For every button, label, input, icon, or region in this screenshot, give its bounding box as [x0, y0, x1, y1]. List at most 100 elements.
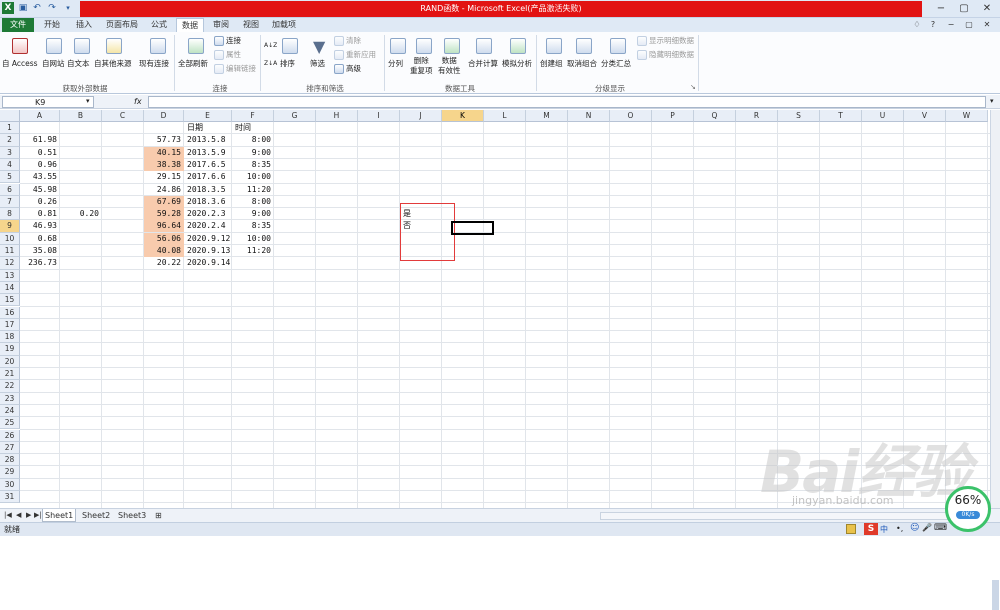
row-header-7[interactable]: 7 [0, 195, 20, 209]
ribbon-minimize-icon[interactable]: ♢ [910, 18, 924, 32]
ime-punctuation-icon[interactable]: •, [896, 524, 903, 533]
row-header-2[interactable]: 2 [0, 134, 20, 147]
tab-home[interactable]: 开始 [38, 18, 66, 32]
cell-A7[interactable]: 0.26 [20, 196, 60, 208]
column-header-K[interactable]: K [442, 110, 484, 122]
cell-E4[interactable]: 2017.6.5 [184, 159, 232, 171]
filter-button[interactable]: 筛选 [310, 58, 325, 69]
row-header-3[interactable]: 3 [0, 146, 20, 159]
row-header-6[interactable]: 6 [0, 183, 20, 196]
cell-A4[interactable]: 0.96 [20, 159, 60, 171]
column-header-P[interactable]: P [652, 110, 694, 122]
tab-view[interactable]: 视图 [238, 18, 264, 32]
cell-D6[interactable]: 24.86 [144, 184, 184, 196]
column-header-H[interactable]: H [316, 110, 358, 122]
cell-D3[interactable]: 40.15 [144, 146, 184, 159]
sheet-tab-sheet2[interactable]: Sheet2 [80, 509, 112, 522]
row-header-16[interactable]: 16 [0, 306, 20, 319]
data-validation-button[interactable]: 数据 有效性 [438, 56, 461, 76]
cell-F1[interactable]: 时间 [232, 122, 274, 134]
tab-addins[interactable]: 加载项 [268, 18, 300, 32]
cell-F3[interactable]: 9:00 [232, 147, 274, 159]
redo-icon[interactable]: ↷ [46, 2, 58, 14]
cell-D8[interactable]: 59.28 [144, 208, 184, 221]
save-icon[interactable]: ▣ [17, 2, 29, 14]
group-button[interactable]: 创建组 [540, 58, 563, 69]
insert-sheet-icon[interactable]: ⊞ [153, 509, 164, 522]
cell-A3[interactable]: 0.51 [20, 147, 60, 159]
cell-A11[interactable]: 35.08 [20, 245, 60, 257]
column-header-S[interactable]: S [778, 110, 820, 122]
name-box[interactable]: K9 [2, 96, 94, 108]
cell-E2[interactable]: 2013.5.8 [184, 134, 232, 146]
row-header-22[interactable]: 22 [0, 380, 20, 393]
cell-B8[interactable]: 0.20 [60, 208, 102, 220]
insert-function-icon[interactable]: fx [134, 96, 146, 108]
column-header-E[interactable]: E [184, 110, 232, 122]
first-sheet-button[interactable]: |◀ [2, 509, 14, 522]
cell-E5[interactable]: 2017.6.6 [184, 171, 232, 183]
tab-page-layout[interactable]: 页面布局 [102, 18, 142, 32]
cell-D7[interactable]: 67.69 [144, 195, 184, 208]
from-other-sources-button[interactable]: 自其他来源 [94, 58, 132, 69]
hide-detail-button[interactable]: 隐藏明细数据 [649, 50, 694, 60]
row-header-10[interactable]: 10 [0, 232, 20, 245]
cell-D11[interactable]: 40.08 [144, 245, 184, 257]
cell-E8[interactable]: 2020.2.3 [184, 208, 232, 220]
help-icon[interactable]: ? [926, 18, 940, 32]
ungroup-button[interactable]: 取消组合 [567, 58, 597, 69]
row-header-25[interactable]: 25 [0, 417, 20, 430]
column-header-V[interactable]: V [904, 110, 946, 122]
connections-button[interactable]: 连接 [226, 36, 241, 46]
cell-E10[interactable]: 2020.9.12 [184, 233, 232, 245]
cell-A12[interactable]: 236.73 [20, 257, 60, 269]
reapply-button[interactable]: 重新应用 [346, 50, 376, 60]
workbook-restore-button[interactable]: ▢ [962, 18, 976, 32]
clear-button[interactable]: 清除 [346, 36, 361, 46]
cell-F5[interactable]: 10:00 [232, 171, 274, 183]
row-header-30[interactable]: 30 [0, 478, 20, 491]
sogou-ime-icon[interactable]: S [864, 523, 878, 535]
row-header-4[interactable]: 4 [0, 158, 20, 172]
sheet-tab-sheet3[interactable]: Sheet3 [116, 509, 148, 522]
row-header-27[interactable]: 27 [0, 441, 20, 455]
cell-F6[interactable]: 11:20 [232, 184, 274, 196]
row-header-20[interactable]: 20 [0, 355, 20, 368]
tab-insert[interactable]: 插入 [70, 18, 98, 32]
workbook-close-button[interactable]: ✕ [980, 18, 994, 32]
column-header-U[interactable]: U [862, 110, 904, 122]
emoji-icon[interactable]: ☺ [910, 523, 919, 533]
vertical-scrollbar[interactable] [990, 110, 1000, 610]
row-header-8[interactable]: 8 [0, 208, 20, 221]
tab-data[interactable]: 数据 [176, 18, 204, 33]
tab-formulas[interactable]: 公式 [145, 18, 173, 32]
expand-formula-icon[interactable]: ▾ [990, 97, 994, 105]
column-header-T[interactable]: T [820, 110, 862, 122]
cell-D5[interactable]: 29.15 [144, 171, 184, 183]
prev-sheet-button[interactable]: ◀ [14, 509, 23, 522]
advanced-button[interactable]: 高级 [346, 64, 361, 74]
column-header-G[interactable]: G [274, 110, 316, 122]
maximize-button[interactable]: ▢ [953, 1, 975, 16]
row-header-15[interactable]: 15 [0, 294, 20, 307]
existing-connections-button[interactable]: 现有连接 [139, 58, 169, 69]
row-header-12[interactable]: 12 [0, 257, 20, 270]
column-header-I[interactable]: I [358, 110, 400, 122]
from-text-button[interactable]: 自文本 [67, 58, 90, 69]
column-header-R[interactable]: R [736, 110, 778, 122]
cell-D2[interactable]: 57.73 [144, 134, 184, 146]
select-all-corner[interactable] [0, 110, 20, 122]
horizontal-scrollbar[interactable] [600, 512, 985, 520]
cell-A10[interactable]: 0.68 [20, 233, 60, 245]
column-header-M[interactable]: M [526, 110, 568, 122]
minimize-button[interactable]: − [930, 1, 952, 16]
consolidate-button[interactable]: 合并计算 [468, 58, 498, 69]
row-header-31[interactable]: 31 [0, 491, 20, 504]
cell-E11[interactable]: 2020.9.13 [184, 245, 232, 257]
subtotal-button[interactable]: 分类汇总 [601, 58, 631, 69]
from-web-button[interactable]: 自网站 [42, 58, 65, 69]
row-header-9[interactable]: 9 [0, 220, 20, 233]
cell-A9[interactable]: 46.93 [20, 220, 60, 232]
column-header-D[interactable]: D [144, 110, 184, 122]
sort-button[interactable]: 排序 [280, 58, 295, 69]
